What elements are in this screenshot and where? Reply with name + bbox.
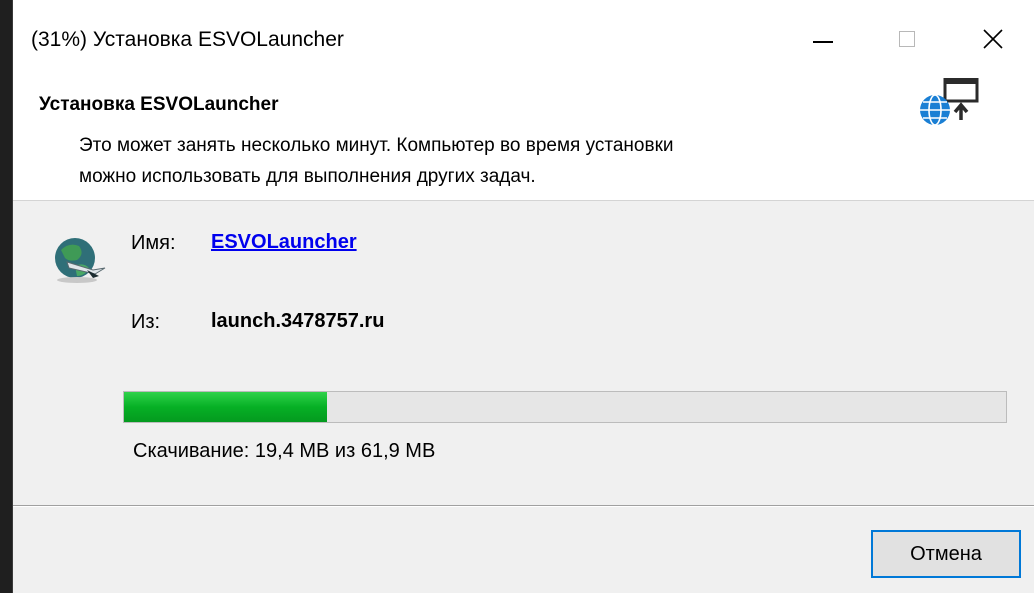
minimize-icon: [813, 41, 833, 43]
app-name-link[interactable]: ESVOLauncher: [211, 231, 357, 254]
source-domain: launch.3478757.ru: [211, 310, 385, 332]
download-progress-bar: [123, 391, 1007, 423]
progress-fill: [124, 392, 327, 422]
download-status: Скачивание: 19,4 MB из 61,9 MB: [133, 440, 436, 462]
installer-header: Установка ESVOLauncher Это может занять …: [13, 78, 1034, 201]
name-label: Имя:: [131, 232, 176, 254]
header-title: Установка ESVOLauncher: [39, 94, 279, 115]
maximize-button: [877, 14, 937, 64]
from-label: Из:: [131, 311, 161, 333]
header-description-line: можно использовать для выполнения других…: [79, 166, 536, 187]
window-title: (31%) Установка ESVOLauncher: [31, 28, 344, 51]
cancel-button[interactable]: Отмена: [871, 530, 1021, 578]
header-description: Это может занять несколько минут. Компью…: [79, 130, 899, 192]
maximize-icon: [899, 31, 915, 47]
title-bar: (31%) Установка ESVOLauncher: [13, 0, 1034, 78]
header-description-line: Это может занять несколько минут. Компью…: [79, 135, 674, 156]
close-button[interactable]: [963, 14, 1023, 64]
installer-window: (31%) Установка ESVOLauncher Установка E…: [12, 0, 1034, 593]
close-icon: [983, 29, 1003, 49]
footer-separator: [13, 505, 1034, 507]
minimize-button[interactable]: [793, 14, 853, 64]
globe-install-icon: [920, 78, 979, 126]
app-globe-icon: [55, 238, 106, 283]
